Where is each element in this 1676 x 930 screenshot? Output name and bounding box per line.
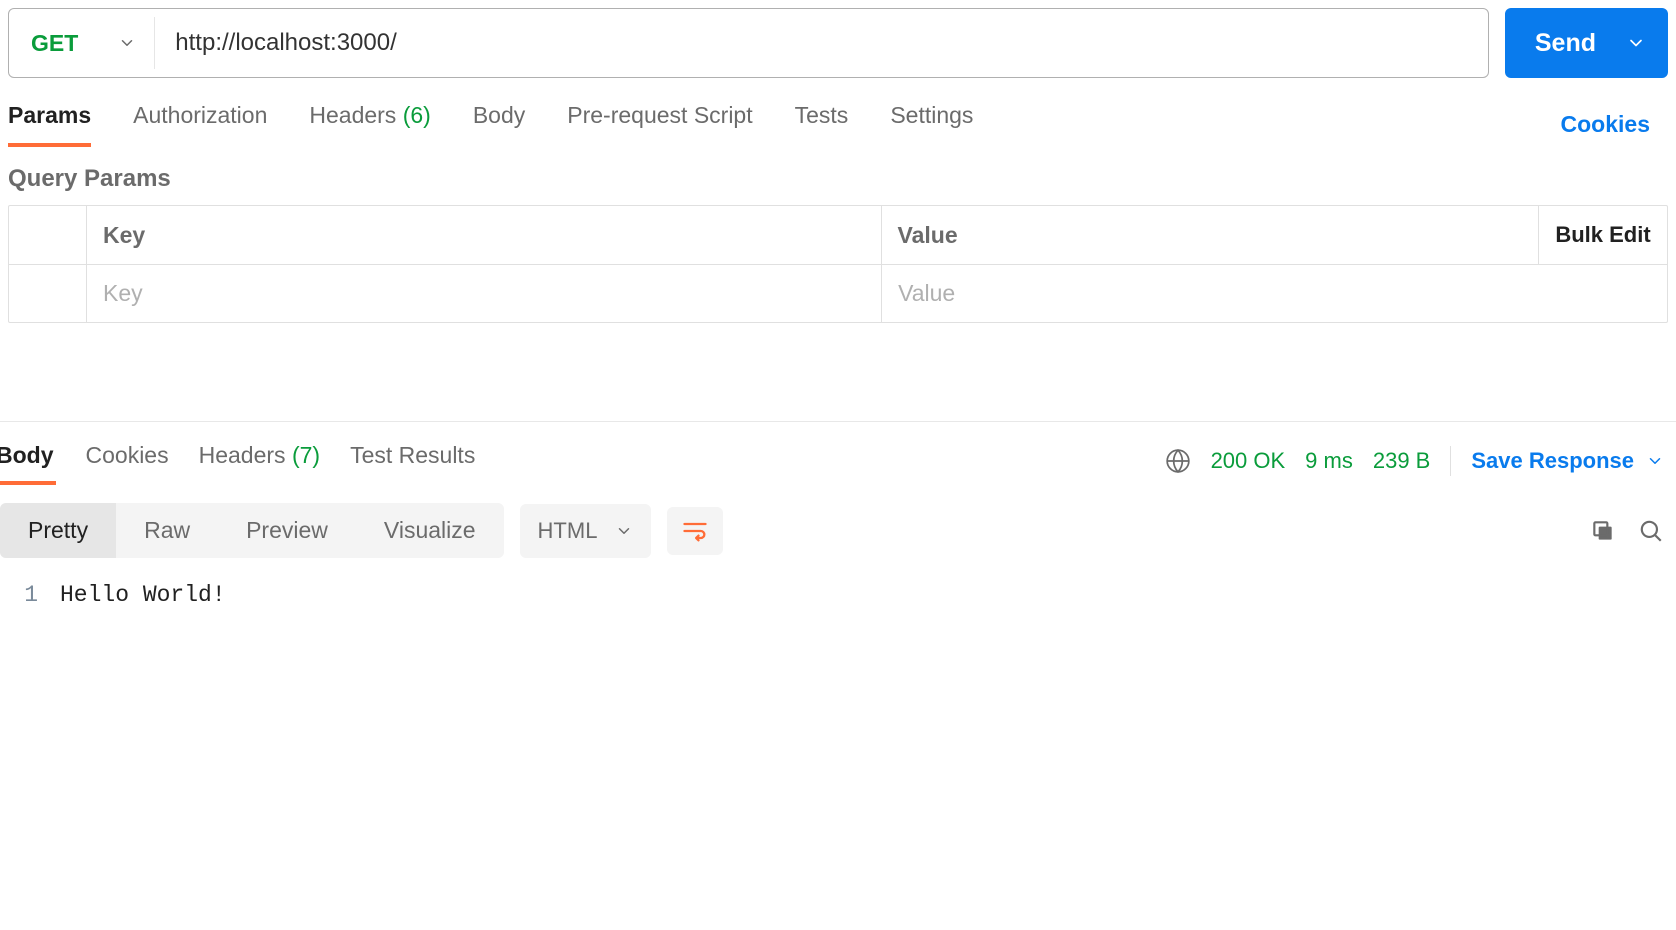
send-button[interactable]: Send: [1505, 8, 1668, 78]
search-icon[interactable]: [1638, 518, 1664, 544]
status-time: 9 ms: [1305, 448, 1353, 474]
save-response-button[interactable]: Save Response: [1471, 448, 1664, 474]
response-body-line: Hello World!: [60, 582, 226, 608]
table-actions-col: [1539, 265, 1667, 322]
response-tab-test-results[interactable]: Test Results: [350, 436, 475, 485]
status-code: 200 OK: [1211, 448, 1286, 474]
globe-icon[interactable]: [1165, 448, 1191, 474]
format-select[interactable]: HTML: [520, 504, 652, 558]
status-size: 239 B: [1373, 448, 1431, 474]
param-value-input[interactable]: [898, 280, 1523, 307]
param-key-input[interactable]: [103, 280, 865, 307]
response-headers-label: Headers: [199, 442, 286, 468]
request-tabs: Params Authorization Headers (6) Body Pr…: [8, 102, 973, 147]
response-status-bar: 200 OK 9 ms 239 B Save Response: [1165, 446, 1664, 476]
query-params-table: Key Value Bulk Edit: [8, 205, 1668, 323]
chevron-down-icon: [1626, 33, 1646, 53]
tab-prerequest[interactable]: Pre-request Script: [567, 102, 752, 147]
table-handle-col: [9, 206, 87, 264]
send-button-label: Send: [1535, 29, 1596, 58]
tab-tests[interactable]: Tests: [795, 102, 849, 147]
view-mode-tabs: Pretty Raw Preview Visualize: [0, 503, 504, 558]
http-method-select[interactable]: GET: [9, 17, 155, 69]
cookies-link[interactable]: Cookies: [1561, 111, 1668, 138]
response-headers-count: (7): [292, 442, 320, 468]
format-label: HTML: [538, 518, 598, 544]
tab-settings[interactable]: Settings: [890, 102, 973, 147]
bulk-edit-button[interactable]: Bulk Edit: [1539, 206, 1667, 264]
http-method-label: GET: [31, 30, 78, 57]
chevron-down-icon: [1646, 452, 1664, 470]
tab-headers-label: Headers: [309, 102, 396, 128]
save-response-label: Save Response: [1471, 448, 1634, 474]
divider: [1450, 446, 1451, 476]
view-raw[interactable]: Raw: [116, 503, 218, 558]
wrap-icon: [681, 517, 709, 545]
chevron-down-icon: [118, 34, 136, 52]
table-handle-col: [9, 265, 87, 322]
tab-headers[interactable]: Headers (6): [309, 102, 430, 147]
tab-authorization[interactable]: Authorization: [133, 102, 267, 147]
response-tab-cookies[interactable]: Cookies: [86, 436, 169, 485]
response-body-editor[interactable]: 1 Hello World!: [0, 558, 1676, 608]
table-row: [9, 264, 1667, 322]
key-header: Key: [87, 206, 882, 264]
response-tabs: Body Cookies Headers (7) Test Results: [0, 436, 475, 485]
tab-body[interactable]: Body: [473, 102, 525, 147]
table-header-row: Key Value Bulk Edit: [9, 206, 1667, 264]
request-url-box: GET: [8, 8, 1489, 78]
view-visualize[interactable]: Visualize: [356, 503, 504, 558]
line-number: 1: [20, 582, 38, 608]
wrap-lines-button[interactable]: [667, 507, 723, 555]
copy-icon[interactable]: [1590, 518, 1616, 544]
view-pretty[interactable]: Pretty: [0, 503, 116, 558]
url-input[interactable]: [155, 29, 1488, 57]
headers-count: (6): [403, 102, 431, 128]
tab-params[interactable]: Params: [8, 102, 91, 147]
response-tab-body[interactable]: Body: [0, 436, 56, 485]
query-params-title: Query Params: [0, 147, 1676, 205]
chevron-down-icon: [615, 522, 633, 540]
value-header: Value: [882, 206, 1539, 264]
view-preview[interactable]: Preview: [218, 503, 356, 558]
response-tab-headers[interactable]: Headers (7): [199, 436, 320, 485]
